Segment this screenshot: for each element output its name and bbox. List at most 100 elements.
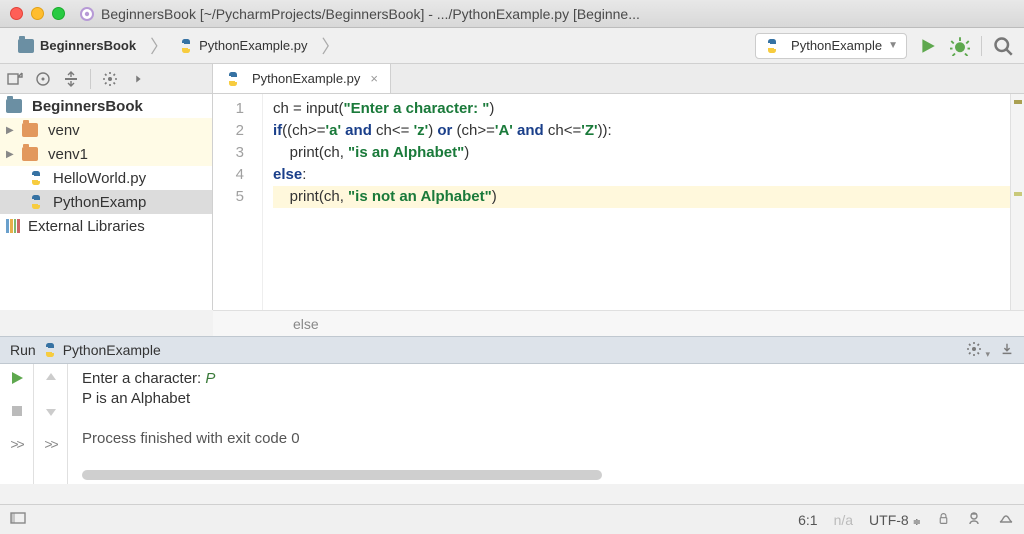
run-console[interactable]: Enter a character: P P is an Alphabet Pr… xyxy=(68,364,1024,484)
breadcrumb-file[interactable]: PythonExample.py xyxy=(170,34,319,58)
lock-icon[interactable] xyxy=(937,512,950,528)
status-bar: 6:1 n/a UTF-8 ≑ xyxy=(0,504,1024,534)
folder-icon xyxy=(22,123,38,137)
rerun-button[interactable] xyxy=(9,370,25,389)
up-button[interactable] xyxy=(43,370,59,389)
expand-arrow-icon[interactable]: ▶ xyxy=(6,149,18,160)
main-split: BeginnersBook ▶ venv ▶ venv1 HelloWorld.… xyxy=(0,94,1024,310)
chevron-right-icon: 〉 xyxy=(150,33,168,59)
run-button[interactable] xyxy=(917,35,939,57)
tree-item-label: venv1 xyxy=(48,146,88,163)
warning-mark[interactable] xyxy=(1014,192,1022,196)
expand-arrow-icon[interactable]: ▶ xyxy=(6,125,18,136)
window-title: BeginnersBook [~/PycharmProjects/Beginne… xyxy=(101,6,1014,22)
python-file-icon xyxy=(42,342,58,358)
tree-item-helloworld[interactable]: HelloWorld.py xyxy=(0,166,212,190)
caret-position[interactable]: 6:1 xyxy=(798,512,817,528)
project-tree[interactable]: BeginnersBook ▶ venv ▶ venv1 HelloWorld.… xyxy=(0,94,213,310)
python-file-icon xyxy=(764,38,780,54)
search-button[interactable] xyxy=(992,35,1014,57)
line-number: 3 xyxy=(213,142,262,164)
toolstrip: PythonExample.py × xyxy=(0,64,1024,94)
settings-gear-icon[interactable] xyxy=(101,70,119,88)
editor-tab-pythonexample[interactable]: PythonExample.py × xyxy=(213,64,391,93)
inspector-icon[interactable] xyxy=(966,510,982,529)
scroll-from-source-button[interactable] xyxy=(6,70,24,88)
folder-icon xyxy=(6,99,22,113)
breadcrumb-project-label: BeginnersBook xyxy=(40,38,136,53)
breadcrumb-context[interactable]: else xyxy=(293,316,319,332)
toggle-toolwindow-icon[interactable] xyxy=(10,510,26,529)
console-line: Process finished with exit code 0 xyxy=(82,430,1024,450)
debug-button[interactable] xyxy=(949,35,971,57)
run-panel-label: Run xyxy=(10,342,36,358)
run-panel-body: >> >> Enter a character: P P is an Alpha… xyxy=(0,364,1024,484)
project-toolbar xyxy=(0,64,213,93)
console-line xyxy=(82,410,1024,430)
tree-root[interactable]: BeginnersBook xyxy=(0,94,212,118)
warning-mark[interactable] xyxy=(1014,100,1022,104)
notifications-icon[interactable] xyxy=(998,510,1014,529)
code-line[interactable]: ch = input("Enter a character: ") xyxy=(273,98,1010,120)
line-number: 2 xyxy=(213,120,262,142)
hide-button[interactable] xyxy=(129,70,147,88)
horizontal-scrollbar[interactable] xyxy=(82,470,602,480)
breadcrumb-project[interactable]: BeginnersBook xyxy=(10,34,148,58)
down-button[interactable] xyxy=(43,403,59,422)
console-line: Enter a character: P xyxy=(82,370,1024,390)
run-toolbar-left: >> xyxy=(0,364,34,484)
run-panel-header[interactable]: Run PythonExample ▾ xyxy=(0,336,1024,364)
app-icon xyxy=(79,6,95,22)
traffic-lights xyxy=(10,7,65,20)
code-line[interactable]: print(ch, "is an Alphabet") xyxy=(273,142,1010,164)
tree-external-libraries[interactable]: External Libraries xyxy=(0,214,212,238)
expand-icon[interactable]: >> xyxy=(44,436,56,452)
error-stripe[interactable] xyxy=(1010,94,1024,310)
expand-icon[interactable]: >> xyxy=(10,436,22,452)
collapse-button[interactable] xyxy=(34,70,52,88)
close-window-button[interactable] xyxy=(10,7,23,20)
tree-item-label: PythonExamp xyxy=(53,194,146,211)
code-area[interactable]: ch = input("Enter a character: ") if((ch… xyxy=(263,94,1010,310)
editor-tab-label: PythonExample.py xyxy=(252,71,360,86)
breadcrumb-file-label: PythonExample.py xyxy=(199,38,307,53)
tree-item-venv1[interactable]: ▶ venv1 xyxy=(0,142,212,166)
run-toolbar-nav: >> xyxy=(34,364,68,484)
console-line: P is an Alphabet xyxy=(82,390,1024,410)
close-tab-icon[interactable]: × xyxy=(370,71,378,86)
line-number: 5 xyxy=(213,186,262,208)
window-titlebar: BeginnersBook [~/PycharmProjects/Beginne… xyxy=(0,0,1024,28)
tree-item-label: venv xyxy=(48,122,80,139)
line-separator[interactable]: n/a xyxy=(834,512,853,528)
run-config-selector[interactable]: PythonExample ▼ xyxy=(755,33,907,59)
divider xyxy=(981,36,982,56)
settings-gear-icon[interactable]: ▾ xyxy=(966,341,990,360)
tree-item-venv[interactable]: ▶ venv xyxy=(0,118,212,142)
divider xyxy=(90,69,91,89)
expand-button[interactable] xyxy=(62,70,80,88)
stop-button[interactable] xyxy=(9,403,25,422)
zoom-window-button[interactable] xyxy=(52,7,65,20)
tree-item-pythonexample[interactable]: PythonExamp xyxy=(0,190,212,214)
code-editor[interactable]: 1 2 3 4 5 ch = input("Enter a character:… xyxy=(213,94,1024,310)
run-panel-title: PythonExample xyxy=(63,342,161,358)
tree-item-label: HelloWorld.py xyxy=(53,170,146,187)
line-number: 4 xyxy=(213,164,262,186)
folder-icon xyxy=(18,39,34,53)
code-line[interactable]: print(ch, "is not an Alphabet") xyxy=(273,186,1010,208)
code-line[interactable]: else: xyxy=(273,164,1010,186)
download-icon[interactable] xyxy=(1000,342,1014,359)
python-file-icon xyxy=(225,71,241,87)
line-gutter: 1 2 3 4 5 xyxy=(213,94,263,310)
encoding-selector[interactable]: UTF-8 ≑ xyxy=(869,512,921,528)
editor-tabs: PythonExample.py × xyxy=(213,64,391,93)
folder-icon xyxy=(22,147,38,161)
tree-item-label: External Libraries xyxy=(28,218,145,235)
caret-down-icon: ▼ xyxy=(888,40,898,51)
minimize-window-button[interactable] xyxy=(31,7,44,20)
line-number: 1 xyxy=(213,98,262,120)
python-file-icon xyxy=(178,38,194,54)
libraries-icon xyxy=(6,219,20,233)
python-file-icon xyxy=(28,194,44,210)
code-line[interactable]: if((ch>='a' and ch<= 'z') or (ch>='A' an… xyxy=(273,120,1010,142)
